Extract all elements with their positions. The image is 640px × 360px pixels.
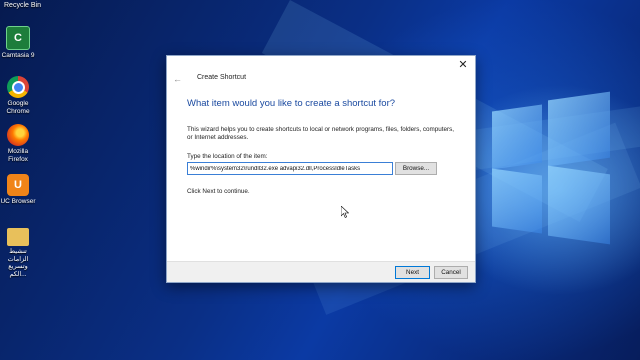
firefox-icon	[7, 124, 29, 146]
wallpaper-pane	[492, 168, 542, 234]
cancel-button[interactable]: Cancel	[434, 266, 468, 279]
recycle-bin-label[interactable]: Recycle Bin	[4, 2, 41, 9]
continue-note: Click Next to continue.	[187, 188, 250, 195]
uc-browser-icon: U	[7, 174, 29, 196]
dialog-footer: Next Cancel	[167, 261, 475, 282]
desktop-icon-label: Google Chrome	[6, 100, 30, 115]
close-icon[interactable]: ✕	[455, 58, 471, 72]
camtasia-icon: C	[6, 26, 30, 50]
chrome-icon	[7, 76, 29, 98]
desktop-icon-label: UC Browser	[0, 198, 36, 205]
folder-icon	[7, 228, 29, 246]
desktop-icon-firefox[interactable]: Mozilla Firefox	[0, 124, 36, 163]
desktop-icon-label: Camtasia 9	[1, 52, 35, 59]
dialog-description: This wizard helps you to create shortcut…	[187, 126, 455, 141]
wallpaper-pane	[548, 91, 610, 167]
dialog-heading: What item would you like to create a sho…	[187, 98, 396, 109]
wallpaper-pane	[548, 165, 610, 245]
desktop-icon-label: Mozilla Firefox	[7, 148, 29, 163]
desktop-icon-label: تنشيط الزامات وتسريع الكم...	[7, 248, 29, 278]
browse-button[interactable]: Browse...	[395, 162, 437, 175]
desktop-icon-chrome[interactable]: Google Chrome	[0, 76, 36, 115]
desktop-icon-uc-browser[interactable]: U UC Browser	[0, 174, 36, 206]
next-button[interactable]: Next	[395, 266, 430, 279]
location-input[interactable]	[187, 162, 393, 175]
create-shortcut-dialog: ✕ ← Create Shortcut What item would you …	[166, 55, 476, 283]
dialog-title: Create Shortcut	[197, 74, 247, 81]
desktop-icon-camtasia[interactable]: C Camtasia 9	[0, 26, 36, 60]
desktop-icon-folder[interactable]: تنشيط الزامات وتسريع الكم...	[0, 224, 36, 278]
back-arrow-icon[interactable]: ←	[173, 74, 182, 84]
mouse-cursor-icon	[341, 206, 349, 218]
wallpaper-pane	[492, 104, 542, 170]
location-label: Type the location of the item:	[187, 153, 268, 160]
